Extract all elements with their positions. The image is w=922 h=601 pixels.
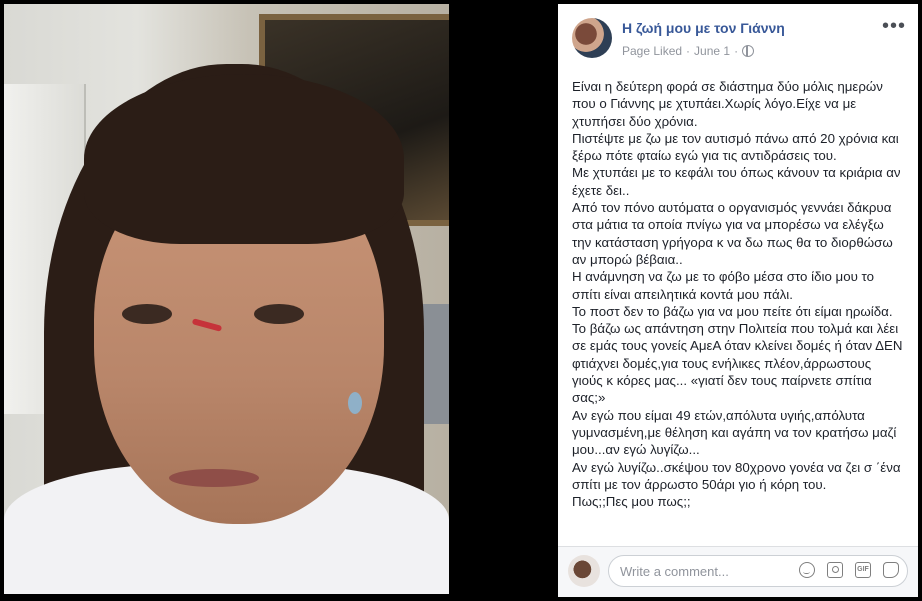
gif-icon[interactable]: GIF [855, 562, 871, 578]
more-icon[interactable]: ••• [882, 16, 906, 36]
post-paragraph: Το βάζω ως απάντηση στην Πολιτεία που το… [572, 321, 903, 406]
meta-separator: · [686, 44, 691, 58]
page-avatar[interactable] [572, 18, 612, 58]
post-paragraph: Πιστέψτε με ζω με τον αυτισμό πάνω από 2… [572, 130, 899, 164]
post-meta: Page Liked · June 1 · [622, 44, 755, 58]
post-paragraph: Είναι η δεύτερη φορά σε διάστημα δύο μόλ… [572, 79, 883, 129]
post-paragraph: Πως;;Πες μου πως;; [572, 494, 691, 510]
comment-placeholder: Write a comment... [620, 564, 729, 579]
smile-icon[interactable] [799, 562, 815, 578]
comment-bar: Write a comment... GIF [558, 546, 918, 597]
post-text: Είναι η δεύτερη φορά σε διάστημα δύο μόλ… [572, 78, 904, 510]
photo-eye-left [122, 304, 172, 324]
comment-input[interactable]: Write a comment... GIF [608, 555, 908, 587]
photo-earring [348, 392, 362, 414]
photo-eye-right [254, 304, 304, 324]
photo-bangs [84, 74, 404, 244]
photo-mouth [169, 469, 259, 487]
post-date[interactable]: June 1 [694, 44, 730, 58]
post-photo[interactable] [4, 4, 449, 594]
globe-icon [742, 45, 755, 57]
camera-icon[interactable] [827, 562, 843, 578]
post-paragraph: Αν εγώ λυγίζω..σκέψου τον 80χρονο γονέα … [572, 459, 901, 492]
post-panel: Η ζωή μου με τον Γιάννη Page Liked · Jun… [558, 4, 918, 597]
post-header: Η ζωή μου με τον Γιάννη Page Liked · Jun… [572, 16, 908, 64]
page-name-link[interactable]: Η ζωή μου με τον Γιάννη [622, 20, 785, 36]
meta-separator-2: · [734, 44, 739, 58]
post-paragraph: Το ποστ δεν το βάζω για να μου πείτε ότι… [572, 303, 893, 319]
comment-tools: GIF [799, 562, 899, 578]
post-paragraph: Η ανάμνηση να ζω με το φόβο μέσα στο ίδι… [572, 269, 875, 302]
post-paragraph: Με χτυπάει με το κεφάλι του όπως κάνουν … [572, 165, 901, 198]
sticker-icon[interactable] [883, 562, 899, 578]
post-paragraph: Αν εγώ που είμαι 49 ετών,απόλυτα υγιής,α… [572, 407, 897, 458]
post-paragraph: Από τον πόνο αυτόματα ο οργανισμός γεννά… [572, 200, 893, 267]
liked-status[interactable]: Page Liked [622, 44, 682, 58]
user-avatar [568, 555, 600, 587]
